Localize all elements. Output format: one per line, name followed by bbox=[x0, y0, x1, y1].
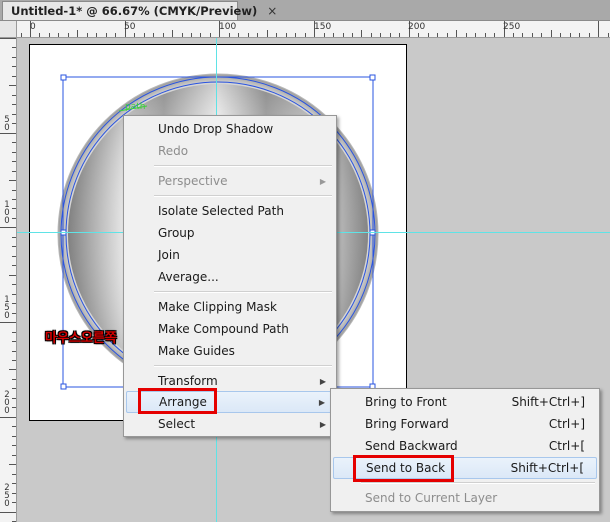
right-click-annotation: 마우스오른쪽 bbox=[45, 331, 117, 346]
handle-top-right bbox=[369, 74, 376, 81]
menu-item-label: Transform bbox=[158, 374, 218, 388]
ruler-label-150: 150 bbox=[314, 22, 332, 32]
ruler-label-200: 200 bbox=[408, 22, 426, 32]
menu-item-send-to-current-layer[interactable]: Send to Current Layer bbox=[333, 487, 597, 509]
menu-item-label: Join bbox=[158, 248, 180, 262]
horizontal-ruler[interactable]: 0 50 100 150 200 250 bbox=[16, 21, 610, 38]
menu-item-group[interactable]: Group bbox=[126, 222, 334, 244]
menu-separator bbox=[154, 165, 332, 167]
menu-separator bbox=[154, 195, 332, 197]
menu-item-isolate-selected-path[interactable]: Isolate Selected Path bbox=[126, 200, 334, 222]
menu-item-make-guides[interactable]: Make Guides bbox=[126, 340, 334, 362]
ruler-label-0: 0 bbox=[30, 22, 36, 32]
ruler-label-v250: 2 5 0 bbox=[4, 483, 10, 509]
menu-item-label: Make Compound Path bbox=[158, 322, 289, 336]
menu-item-label: Bring to Front bbox=[365, 395, 447, 409]
menu-item-label: Undo Drop Shadow bbox=[158, 122, 274, 136]
menu-item-label: Send to Back bbox=[366, 461, 446, 475]
menu-separator bbox=[361, 482, 595, 484]
menu-item-label: Group bbox=[158, 226, 195, 240]
menu-item-transform[interactable]: Transform ▶ bbox=[126, 370, 334, 392]
menu-separator bbox=[154, 291, 332, 293]
vertical-ruler-ticks bbox=[0, 29, 16, 522]
ruler-origin-corner[interactable] bbox=[0, 21, 17, 38]
ruler-label-v100: 1 0 0 bbox=[4, 200, 10, 226]
menu-item-average[interactable]: Average... bbox=[126, 266, 334, 288]
ruler-label-v150: 1 5 0 bbox=[4, 295, 10, 321]
menu-item-label: Average... bbox=[158, 270, 219, 284]
menu-separator bbox=[154, 365, 332, 367]
handle-bottom-left bbox=[60, 383, 67, 390]
menu-item-arrange[interactable]: Arrange ▶ bbox=[126, 391, 334, 413]
menu-item-bring-forward[interactable]: Bring Forward Ctrl+] bbox=[333, 413, 597, 435]
submenu-arrow-icon: ▶ bbox=[319, 419, 326, 429]
submenu-arrow-icon: ▶ bbox=[319, 176, 326, 186]
menu-item-label: Redo bbox=[158, 144, 189, 158]
menu-item-select[interactable]: Select ▶ bbox=[126, 413, 334, 435]
menu-item-shortcut: Ctrl+] bbox=[548, 417, 585, 431]
handle-top-left bbox=[60, 74, 67, 81]
menu-item-label: Bring Forward bbox=[365, 417, 449, 431]
menu-item-undo-drop-shadow[interactable]: Undo Drop Shadow bbox=[126, 118, 334, 140]
menu-item-label: Send Backward bbox=[365, 439, 458, 453]
submenu-arrow-icon: ▶ bbox=[318, 397, 325, 407]
close-tab-icon[interactable]: × bbox=[267, 4, 277, 18]
menu-item-make-compound-path[interactable]: Make Compound Path bbox=[126, 318, 334, 340]
menu-item-make-clipping-mask[interactable]: Make Clipping Mask bbox=[126, 296, 334, 318]
menu-item-send-backward[interactable]: Send Backward Ctrl+[ bbox=[333, 435, 597, 457]
ruler-label-100: 100 bbox=[219, 22, 237, 32]
menu-item-perspective[interactable]: Perspective ▶ bbox=[126, 170, 334, 192]
menu-item-redo[interactable]: Redo bbox=[126, 140, 334, 162]
menu-item-bring-to-front[interactable]: Bring to Front Shift+Ctrl+] bbox=[333, 391, 597, 413]
menu-item-label: Select bbox=[158, 417, 196, 431]
submenu-arrow-icon: ▶ bbox=[319, 376, 326, 386]
arrange-submenu: Bring to Front Shift+Ctrl+] Bring Forwar… bbox=[330, 388, 600, 512]
document-tab[interactable]: Untitled-1* @ 66.67% (CMYK/Preview) × bbox=[2, 1, 277, 20]
ruler-label-50: 50 bbox=[124, 22, 136, 32]
menu-item-shortcut: Shift+Ctrl+] bbox=[511, 395, 585, 409]
context-menu: Undo Drop Shadow Redo Perspective ▶ Isol… bbox=[123, 115, 337, 437]
menu-item-label: Send to Current Layer bbox=[365, 491, 498, 505]
vertical-ruler[interactable]: 5 0 1 0 0 1 5 0 2 0 0 2 5 0 bbox=[0, 21, 17, 522]
menu-item-label: Arrange bbox=[159, 395, 207, 409]
menu-item-shortcut: Ctrl+[ bbox=[548, 439, 585, 453]
ruler-label-250: 250 bbox=[503, 22, 521, 32]
ruler-label-v50: 5 0 bbox=[4, 115, 10, 133]
menu-item-label: Perspective bbox=[158, 174, 228, 188]
horizontal-ruler-ticks bbox=[21, 21, 609, 37]
menu-item-label: Make Guides bbox=[158, 344, 235, 358]
menu-item-shortcut: Shift+Ctrl+[ bbox=[510, 461, 584, 475]
document-tab-title[interactable]: Untitled-1* @ 66.67% (CMYK/Preview) bbox=[11, 4, 257, 18]
ruler-label-v200: 2 0 0 bbox=[4, 390, 10, 416]
document-tab-bar: Untitled-1* @ 66.67% (CMYK/Preview) × bbox=[0, 0, 610, 21]
menu-item-join[interactable]: Join bbox=[126, 244, 334, 266]
menu-item-label: Isolate Selected Path bbox=[158, 204, 284, 218]
menu-item-send-to-back[interactable]: Send to Back Shift+Ctrl+[ bbox=[333, 457, 597, 479]
menu-item-label: Make Clipping Mask bbox=[158, 300, 277, 314]
